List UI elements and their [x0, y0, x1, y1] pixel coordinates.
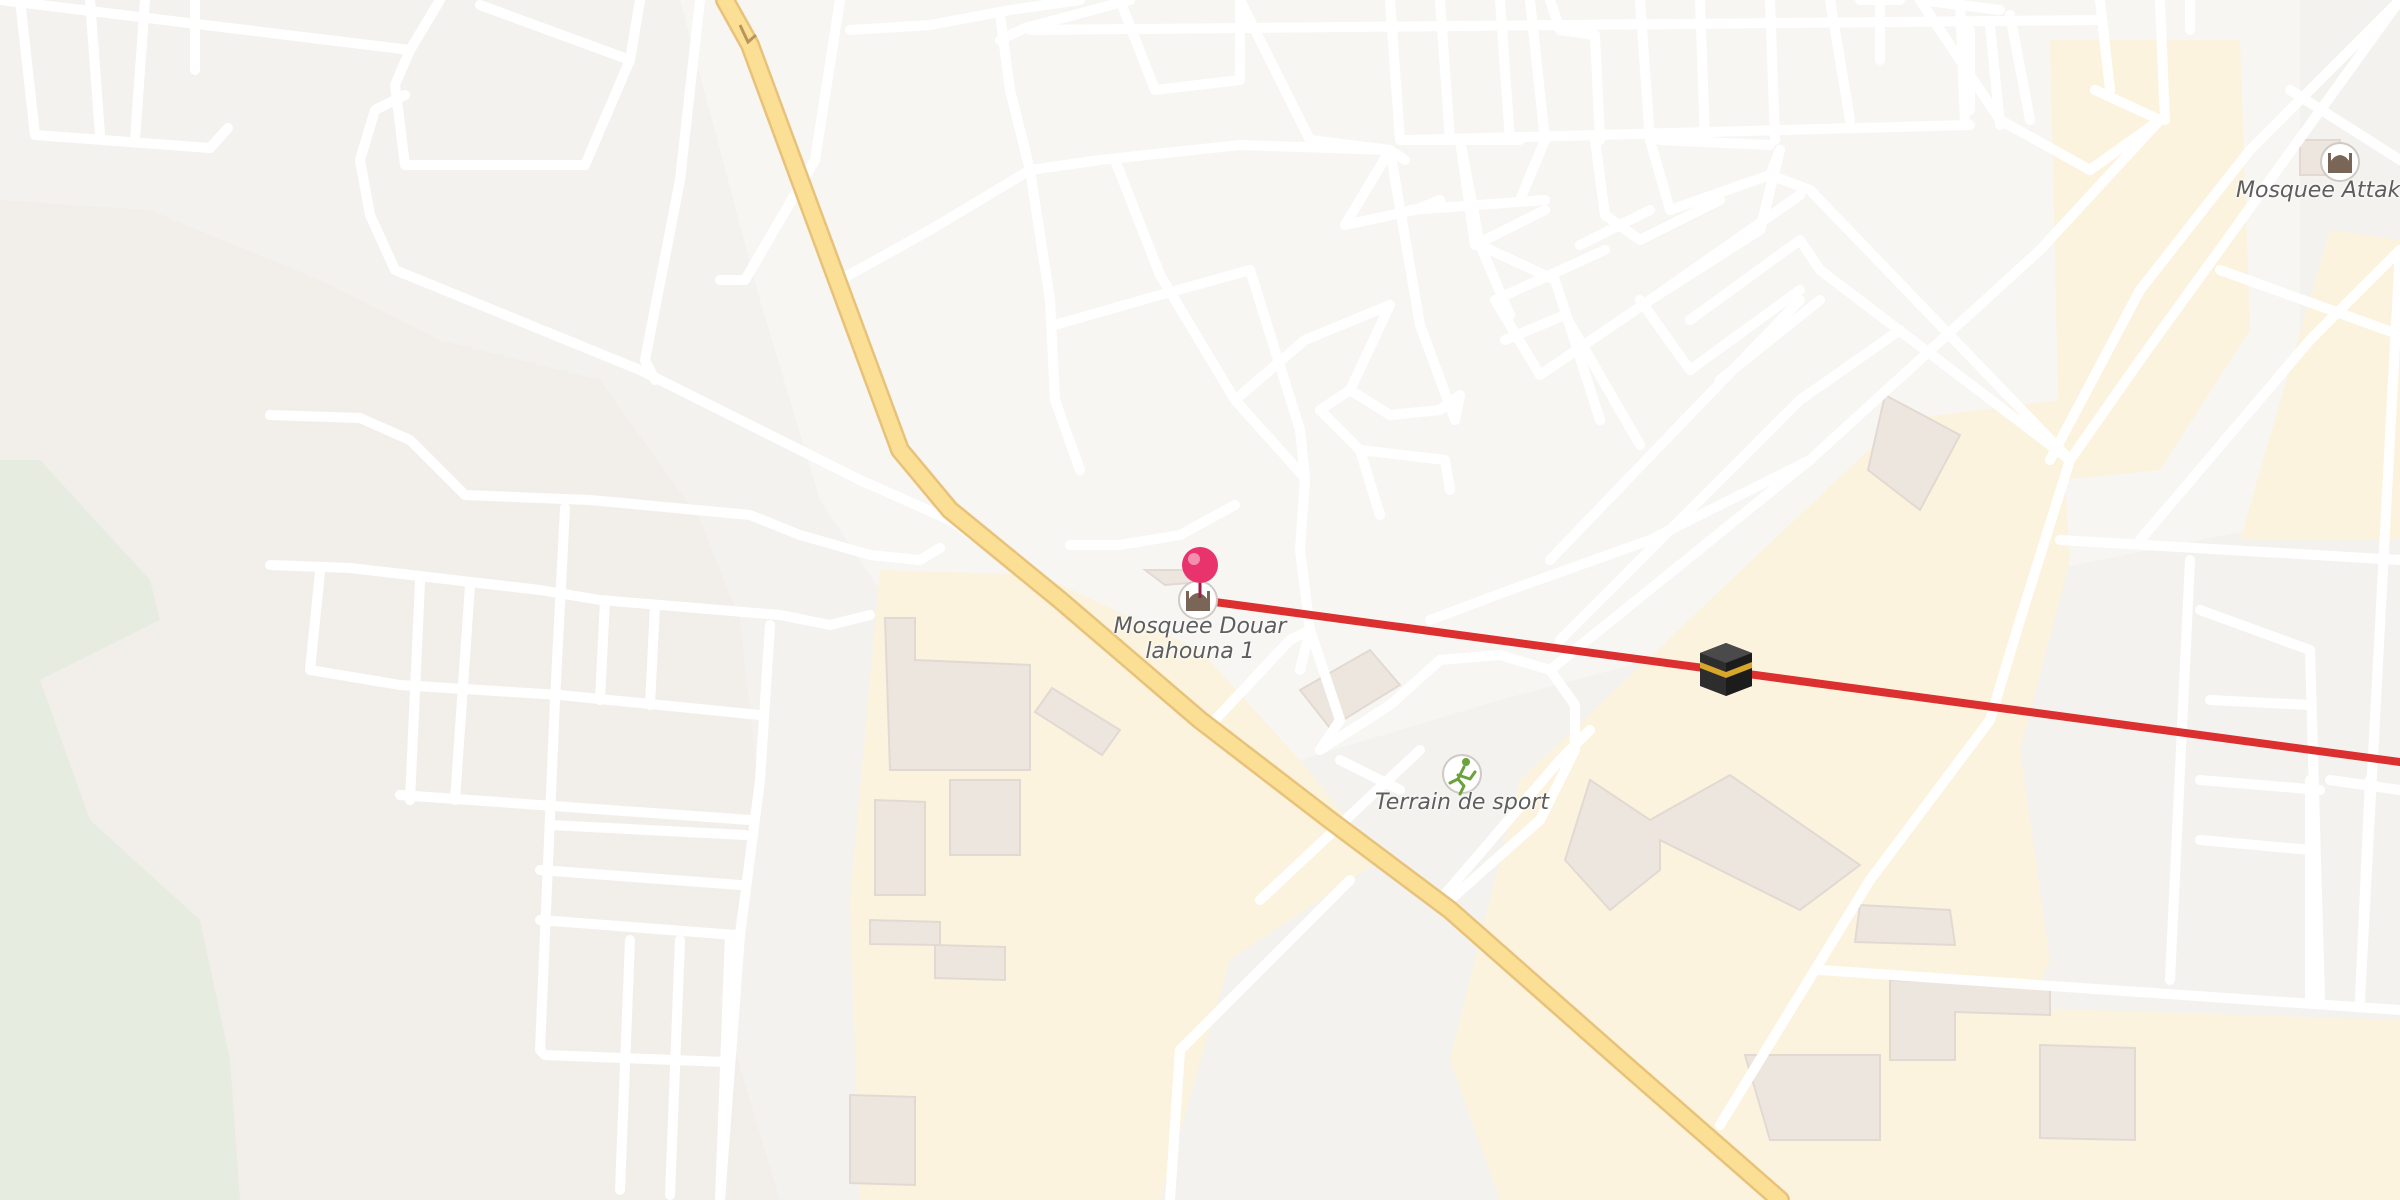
- building: [849, 1093, 916, 1187]
- poi-label-line: Mosquee Attakad: [2236, 178, 2400, 203]
- building: [934, 943, 1006, 982]
- poi-label-line: lahouna 1: [1145, 639, 1255, 664]
- map-view[interactable]: Mosquee Douar lahouna 1 Terrain de sport…: [0, 0, 2400, 1200]
- poi-label-line: Terrain de sport: [1375, 790, 1549, 815]
- building: [1743, 1054, 1881, 1141]
- map-canvas: [0, 0, 2400, 1200]
- building: [1853, 903, 1957, 947]
- poi-label-line: Mosquee Douar: [1113, 614, 1287, 639]
- poi-label-terrain-de-sport[interactable]: Terrain de sport: [1342, 790, 1582, 815]
- building: [2039, 1043, 2136, 1142]
- poi-label-mosquee-douar[interactable]: Mosquee Douar lahouna 1: [1080, 614, 1320, 664]
- kaaba-icon[interactable]: [1700, 643, 1752, 696]
- building: [949, 779, 1021, 856]
- sport-field-icon[interactable]: [1442, 754, 1482, 796]
- building: [874, 798, 926, 896]
- building: [869, 918, 941, 947]
- mosque-icon[interactable]: [2320, 142, 2360, 182]
- poi-label-mosquee-attakad[interactable]: Mosquee Attakad: [2236, 178, 2400, 203]
